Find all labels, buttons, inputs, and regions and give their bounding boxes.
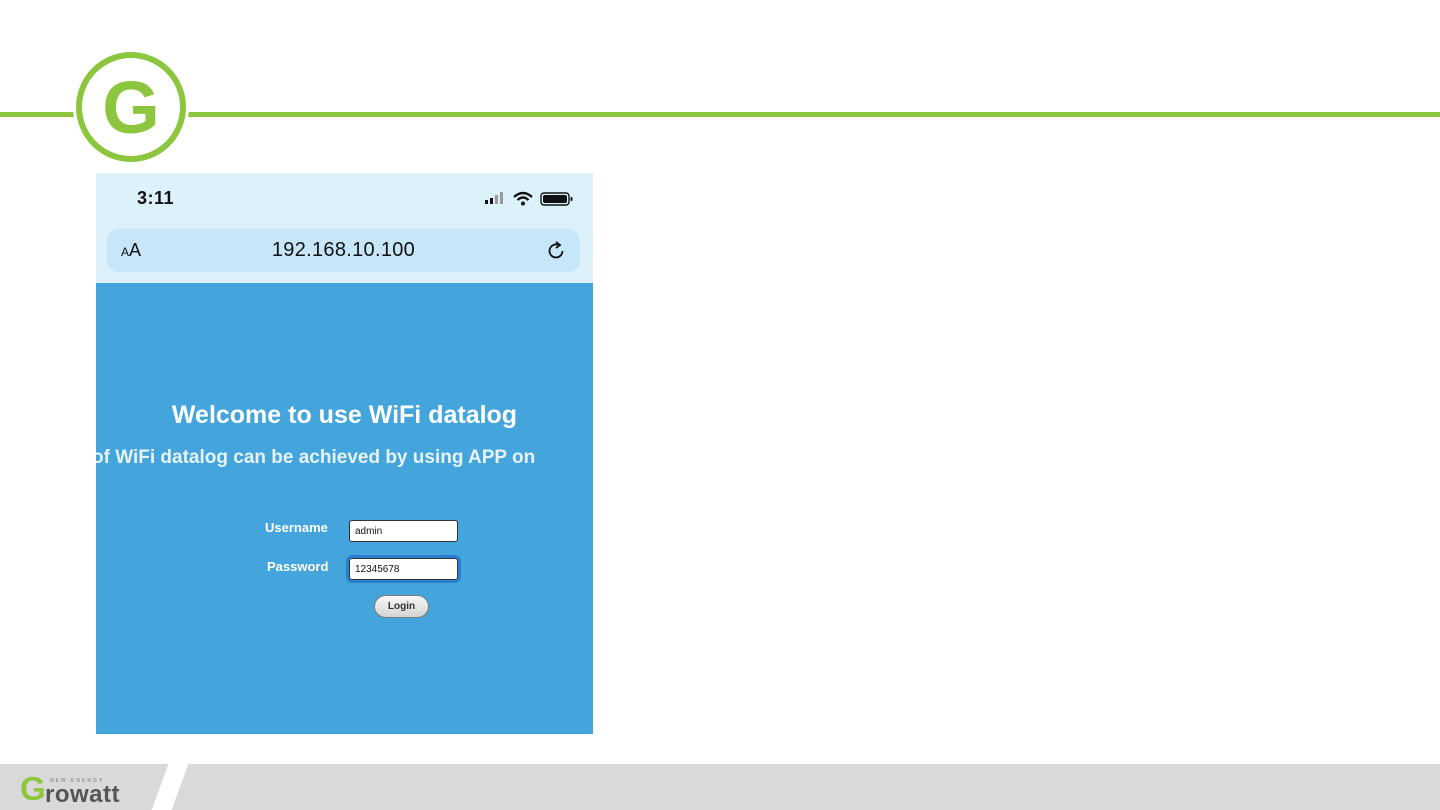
header-divider-line	[0, 112, 1440, 117]
username-input[interactable]	[349, 520, 458, 542]
footer-divider	[151, 764, 189, 810]
footer-bar: G NEW ENERGY rowatt	[0, 764, 1440, 810]
phone-browser-chrome: 3:11 AA 192.168.10.100	[96, 173, 593, 283]
welcome-subtitle: of WiFi datalog can be achieved by using…	[96, 447, 536, 468]
phone-screenshot: 3:11 AA 192.168.10.100 Welcome to use Wi…	[96, 173, 593, 734]
address-bar[interactable]: AA 192.168.10.100	[107, 229, 580, 272]
welcome-title: Welcome to use WiFi datalog	[171, 401, 518, 429]
brand-initial: G	[20, 770, 46, 807]
wifi-icon	[513, 191, 533, 206]
status-time: 3:11	[137, 188, 175, 208]
password-input[interactable]	[346, 555, 461, 583]
battery-icon	[540, 192, 573, 206]
reload-icon[interactable]	[545, 240, 567, 262]
brand-name: rowatt	[45, 781, 120, 808]
password-label: Password	[267, 559, 329, 574]
login-button[interactable]: Login	[374, 595, 429, 618]
growatt-g-logo-icon: G	[73, 49, 189, 165]
url-text[interactable]: 192.168.10.100	[107, 239, 580, 262]
svg-text:G: G	[102, 66, 160, 149]
username-label: Username	[265, 520, 328, 535]
cellular-signal-icon	[485, 192, 503, 204]
